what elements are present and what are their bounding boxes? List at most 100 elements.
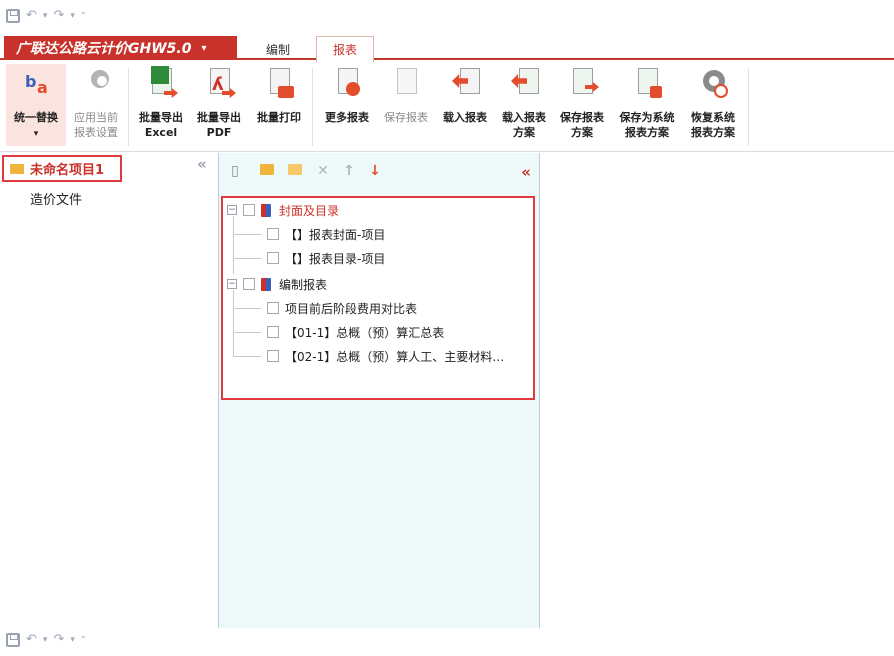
load-report-label: 载入报表: [443, 111, 487, 124]
save-system-scheme-icon: [630, 66, 664, 102]
tree-connector: [233, 290, 234, 356]
tree-item-row[interactable]: 【02-1】总概（预）算人工、主要材料…: [267, 346, 504, 366]
redo-icon[interactable]: ↷: [53, 9, 64, 23]
collapse-toggle-icon[interactable]: −: [227, 205, 237, 215]
collapse-left-panel-icon[interactable]: «: [197, 155, 207, 173]
add-folder-icon[interactable]: [259, 163, 275, 179]
export-excel-label-2: Excel: [144, 126, 178, 139]
batch-print-label: 批量打印: [257, 111, 301, 124]
load-scheme-label-1: 载入报表: [502, 111, 546, 124]
checkbox[interactable]: [243, 204, 255, 216]
tree-connector: [233, 216, 234, 274]
unify-replace-button[interactable]: ba 统一替换 ▾: [6, 64, 66, 146]
folder-icon: [10, 163, 24, 174]
tree-item-row[interactable]: 【01-1】总概（预）算汇总表: [267, 322, 444, 342]
quick-access-bar-bottom: ↶ ▾ ↷ ▾ ⁼: [6, 630, 86, 650]
tree-item-row[interactable]: 【】报表封面-项目: [267, 224, 385, 244]
collapse-tree-panel-icon[interactable]: «: [521, 163, 531, 181]
quick-access-bar-top: ↶ ▾ ↷ ▾ ⁼: [6, 6, 86, 26]
save-icon[interactable]: [6, 633, 20, 647]
customize-quick-access-icon[interactable]: ⁼: [81, 635, 86, 645]
undo-icon[interactable]: ↶: [26, 9, 37, 23]
checkbox[interactable]: [243, 278, 255, 290]
tab-report[interactable]: 报表: [316, 36, 375, 62]
tree-item-row[interactable]: 【】报表目录-项目: [267, 248, 385, 268]
batch-print-button[interactable]: 批量打印: [250, 64, 308, 146]
redo-icon[interactable]: ↷: [53, 633, 64, 647]
save-icon[interactable]: [6, 9, 20, 23]
ribbon-toolbar: ba 统一替换 ▾ 应用当前报表设置 批量导出 Excel ʎ 批量导出 PDF 批量…: [0, 62, 894, 152]
checkbox[interactable]: [267, 326, 279, 338]
export-excel-button[interactable]: 批量导出 Excel: [132, 64, 190, 146]
tree-connector: [233, 332, 261, 333]
undo-icon[interactable]: ↶: [26, 633, 37, 647]
ribbon-tab-row: 广联达公路云计价GHW5.0 ▾ 编制 报表: [0, 32, 894, 62]
app-window: ↶ ▾ ↷ ▾ ⁼ 广联达公路云计价GHW5.0 ▾ 编制 报表 ba 统一替换…: [0, 0, 894, 656]
apply-report-settings-button[interactable]: 应用当前 报表设置: [68, 64, 124, 146]
tree-toolbar: ▯ ✕ ↑ ↓ «: [219, 153, 539, 189]
checkbox[interactable]: [267, 228, 279, 240]
restore-system-scheme-button[interactable]: 恢复系统 报表方案: [682, 64, 744, 146]
move-down-icon[interactable]: ↓: [367, 163, 383, 179]
checkbox[interactable]: [267, 302, 279, 314]
tree-group-row[interactable]: − 编制报表: [227, 274, 327, 294]
tree-item-label: 【】报表封面-项目: [285, 227, 386, 242]
save-scheme-label-2: 方案: [571, 126, 593, 139]
tree-item-label: 【01-1】总概（预）算汇总表: [285, 325, 445, 340]
new-report-icon[interactable]: ▯: [227, 163, 243, 179]
undo-dropdown-icon[interactable]: ▾: [43, 635, 48, 645]
customize-quick-access-icon[interactable]: ⁼: [81, 11, 86, 21]
apply-settings-label-1: 应用当前: [74, 111, 118, 124]
cost-file-item[interactable]: 造价文件: [30, 189, 82, 208]
export-pdf-label-2: PDF: [206, 126, 232, 139]
save-as-system-scheme-button[interactable]: 保存为系统 报表方案: [614, 64, 680, 146]
apply-settings-label-2: 报表设置: [74, 126, 118, 139]
collapse-toggle-icon[interactable]: −: [227, 279, 237, 289]
export-pdf-button[interactable]: ʎ 批量导出 PDF: [190, 64, 248, 146]
tree-item-row[interactable]: 项目前后阶段费用对比表: [267, 298, 417, 318]
tree-item-label: 【】报表目录-项目: [285, 251, 386, 266]
checkbox[interactable]: [267, 252, 279, 264]
tree-group-label: 编制报表: [279, 277, 328, 292]
export-excel-label-1: 批量导出: [139, 111, 183, 124]
project-tree-item[interactable]: 未命名项目1: [2, 155, 122, 182]
load-report-scheme-button[interactable]: 载入报表 方案: [496, 64, 552, 146]
ribbon-divider: [128, 68, 129, 146]
save-system-scheme-label-2: 报表方案: [625, 126, 669, 139]
delete-icon[interactable]: ✕: [315, 163, 331, 179]
tree-item-label: 项目前后阶段费用对比表: [285, 301, 418, 316]
save-report-icon: [389, 66, 423, 102]
tree-connector: [233, 234, 261, 235]
tree-group-row[interactable]: − 封面及目录: [227, 200, 339, 220]
load-scheme-label-2: 方案: [513, 126, 535, 139]
save-scheme-icon: [565, 66, 599, 102]
report-tree: − 封面及目录 【】报表封面-项目 【】报表目录-项目 − 编制报表 项目前后阶…: [221, 196, 535, 400]
tree-item-label: 【02-1】总概（预）算人工、主要材料…: [285, 349, 505, 364]
more-reports-button[interactable]: 更多报表: [318, 64, 376, 146]
more-reports-label: 更多报表: [325, 111, 369, 124]
save-scheme-label-1: 保存报表: [560, 111, 604, 124]
save-report-label: 保存报表: [384, 111, 428, 124]
app-menu-label: 广联达公路云计价GHW5.0: [16, 41, 192, 57]
save-report-scheme-button[interactable]: 保存报表 方案: [554, 64, 610, 146]
load-scheme-icon: [507, 66, 541, 102]
app-menu-button[interactable]: 广联达公路云计价GHW5.0 ▾: [4, 36, 237, 60]
load-report-button[interactable]: 载入报表: [436, 64, 494, 146]
redo-dropdown-icon[interactable]: ▾: [70, 635, 75, 645]
report-book-icon: [261, 277, 271, 291]
print-icon: [262, 66, 296, 102]
redo-dropdown-icon[interactable]: ▾: [70, 11, 75, 21]
unify-replace-label: 统一替换: [14, 111, 58, 124]
save-report-button[interactable]: 保存报表: [378, 64, 434, 146]
report-book-icon: [261, 203, 271, 217]
ribbon-divider: [312, 68, 313, 146]
add-subfolder-icon[interactable]: [287, 163, 303, 179]
undo-dropdown-icon[interactable]: ▾: [43, 11, 48, 21]
checkbox[interactable]: [267, 350, 279, 362]
move-up-icon[interactable]: ↑: [341, 163, 357, 179]
settings-hand-icon: [79, 66, 113, 102]
tab-edit[interactable]: 编制: [250, 38, 306, 60]
chevron-down-icon: ▾: [201, 42, 207, 54]
excel-export-icon: [144, 66, 178, 102]
tree-connector: [233, 258, 261, 259]
